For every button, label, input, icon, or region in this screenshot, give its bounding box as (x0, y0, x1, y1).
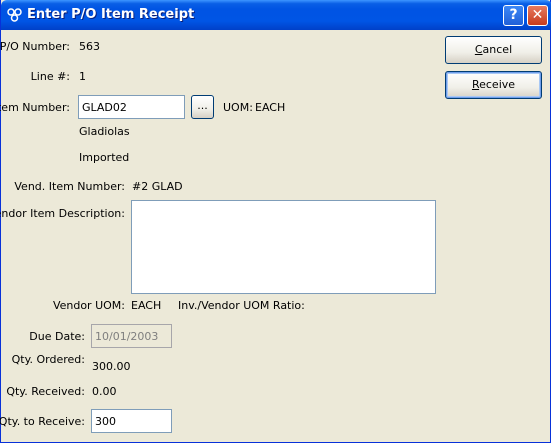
receive-label-rest: eceive (479, 78, 516, 91)
vendor-uom-label: Vendor UOM: (52, 299, 125, 312)
help-button[interactable]: ? (503, 5, 524, 26)
qty-ordered-label: Qty. Ordered: (11, 353, 85, 366)
line-number-label: Line #: (30, 70, 70, 83)
app-icon (7, 8, 22, 22)
uom-label: UOM: (223, 101, 253, 114)
vendor-item-description-textarea[interactable] (131, 200, 436, 294)
cancel-accel: C (474, 43, 483, 56)
qty-to-receive-label: Qty. to Receive: (0, 415, 85, 428)
due-date-label: Due Date: (29, 330, 85, 343)
qty-to-receive-input[interactable]: 300 (91, 409, 172, 433)
item-description-1: Gladiolas (79, 125, 130, 138)
window-title: Enter P/O Item Receipt (27, 7, 195, 22)
dialog-window: Enter P/O Item Receipt ? ✕ P/O Number: 5… (0, 0, 551, 443)
item-number-input[interactable]: GLAD02 (78, 95, 185, 119)
vend-item-number-value: #2 GLAD (132, 180, 183, 193)
vend-item-number-label: Vend. Item Number: (14, 180, 125, 193)
due-date-field: 10/01/2003 (91, 324, 172, 348)
uom-value: EACH (255, 101, 286, 114)
line-number-value: 1 (79, 70, 86, 83)
cancel-label-rest: ancel (482, 43, 513, 56)
item-number-label: Item Number: (0, 101, 70, 114)
qty-ordered-value: 300.00 (92, 360, 131, 373)
item-description-2: Imported (79, 151, 130, 164)
vendor-item-description-label: Vendor Item Description: (0, 207, 125, 220)
vendor-uom-value: EACH (131, 299, 162, 312)
qty-received-label: Qty. Received: (6, 385, 85, 398)
item-lookup-button[interactable]: ... (191, 95, 214, 119)
close-button[interactable]: ✕ (527, 5, 548, 26)
qty-received-value: 0.00 (92, 385, 117, 398)
po-number-value: 563 (79, 40, 100, 53)
cancel-button[interactable]: Cancel (445, 36, 542, 64)
title-bar[interactable]: Enter P/O Item Receipt ? ✕ (1, 0, 551, 30)
po-number-label: P/O Number: (0, 40, 70, 53)
receive-button[interactable]: Receive (445, 71, 542, 99)
uom-ratio-label: Inv./Vendor UOM Ratio: (178, 299, 305, 312)
